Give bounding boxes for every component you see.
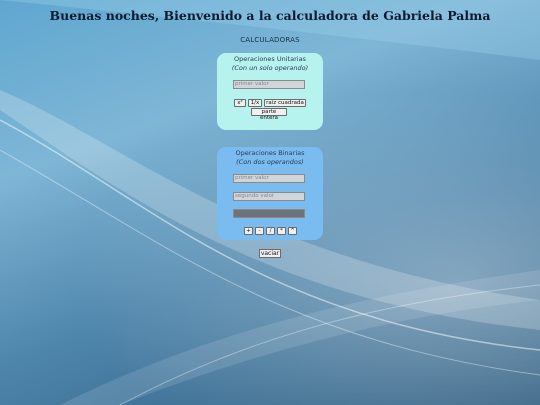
inverse-button[interactable]: 1/x bbox=[248, 99, 262, 107]
unary-subheading: (Con un solo operando) bbox=[231, 64, 309, 72]
sqrt-button[interactable]: raiz cuadrada bbox=[264, 99, 306, 107]
binary-calculator-panel: Operaciones Binarias (Con dos operandos)… bbox=[217, 147, 323, 240]
square-button[interactable]: x² bbox=[234, 99, 246, 107]
binary-result-field bbox=[233, 209, 305, 218]
binary-second-value-input[interactable]: segundo valor bbox=[233, 192, 305, 201]
binary-heading: Operaciones Binarias bbox=[235, 149, 305, 157]
binary-subheading: (Con dos operandos) bbox=[236, 158, 304, 166]
unary-calculator-panel: Operaciones Unitarias (Con un solo opera… bbox=[217, 53, 323, 130]
unary-heading: Operaciones Unitarias bbox=[234, 55, 306, 63]
add-button[interactable]: + bbox=[244, 227, 253, 235]
binary-first-value-input[interactable]: primer valor bbox=[233, 174, 305, 183]
clear-button[interactable]: vaciar bbox=[259, 249, 281, 258]
divide-button[interactable]: / bbox=[266, 227, 275, 235]
integer-part-button[interactable]: parte entera bbox=[251, 108, 287, 121]
power-button[interactable]: ^ bbox=[288, 227, 297, 235]
section-title: CALCULADORAS bbox=[240, 36, 300, 44]
page-title: Buenas noches, Bienvenido a la calculado… bbox=[49, 8, 491, 23]
subtract-button[interactable]: - bbox=[255, 227, 264, 235]
unary-first-value-input[interactable]: primer valor bbox=[233, 80, 305, 89]
multiply-button[interactable]: * bbox=[277, 227, 286, 235]
